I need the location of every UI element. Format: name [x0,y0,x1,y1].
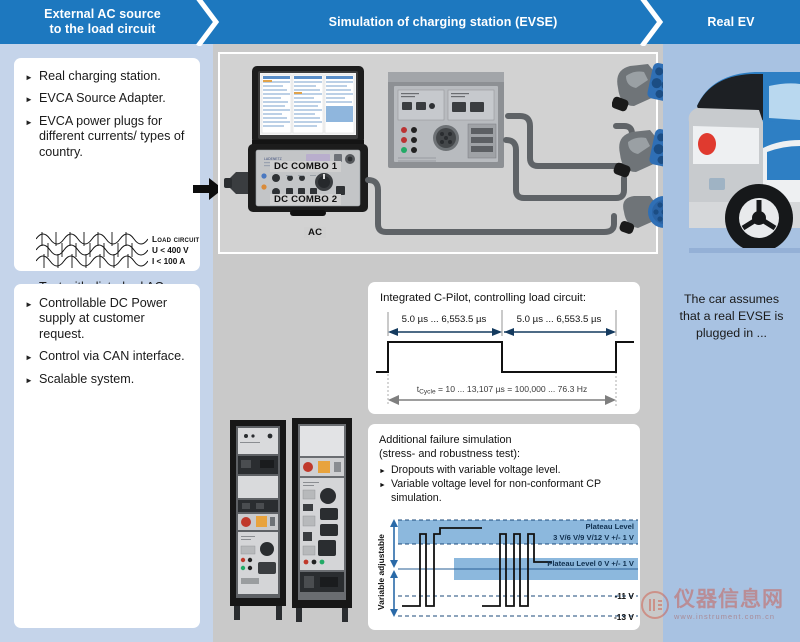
header-title-left: External AC source to the load circuit [0,0,205,44]
ac-waveform-icon [36,232,148,268]
failure-simulation-panel: Additional failure simulation (stress- a… [368,424,640,630]
load-circuit-block: Load circuit U < 400 V I < 100 A [36,228,211,272]
equipment-photo-box: LADENETZ DC COMBO 1 DC COMBO 2 AC [218,52,658,254]
left-card-bottom-bullet-list: Controllable DC Power supply at customer… [25,296,188,389]
list-item: Variable voltage level for non-conforman… [379,478,630,504]
watermark: 仪器信息网 www.instrument.com.cn [640,588,796,636]
ev-illustration-wrapper [663,52,800,257]
cpilot-dimension-left-text: 5.0 µs ... 6,553.5 µs [402,314,487,325]
header-title-middle: Simulation of charging station (EVSE) [328,14,558,29]
failure-heading-line2: (stress- and robustness test): [379,447,521,460]
plateau-high-label-line2: 3 V/6 V/9 V/12 V +/- 1 V [553,533,635,542]
list-item: Control via CAN interface. [25,349,188,366]
electric-vehicle-illustration [663,52,800,257]
cpilot-panel: Integrated C-Pilot, controlling load cir… [368,282,640,414]
plateau-zero-label: Plateau Level 0 V +/- 1 V [547,559,635,568]
cable-label-dc-combo-2: DC COMBO 2 [270,194,342,205]
voltage-level-diagram: Variable adjustable Plateau Level 3 V/6 … [376,519,638,622]
watermark-logo-icon [641,591,669,619]
load-circuit-current: I < 100 A [152,256,186,266]
watermark-url: www.instrument.com.cn [674,612,776,621]
cpilot-panel-title: Integrated C-Pilot, controlling load cir… [380,292,586,304]
header-title-right: Real EV [707,14,755,29]
list-item: Controllable DC Power supply at customer… [25,296,188,342]
real-ev-note-line1: The car assumes [683,291,780,306]
list-item: EVCA power plugs for different currents/… [25,114,188,160]
real-ev-note-line3: plugged in ... [696,325,767,340]
list-item: Dropouts with variable voltage level. [379,464,630,478]
diagram-root: External AC source to the load circuit S… [0,0,800,642]
plateau-high-label-line1: Plateau Level [585,522,634,531]
load-circuit-title: Load circuit [152,234,200,244]
header-left-line1: External AC source [44,7,161,21]
left-card-top-bullet-list: Real charging station. EVCA Source Adapt… [25,69,188,160]
equipment-racks-photo [222,414,362,630]
cpilot-timing-diagram: 5.0 µs ... 6,553.5 µs 5.0 µs ... 6,553.5… [376,310,634,406]
chevron-divider-two-icon [640,0,674,46]
level-minus-13-label: -13 V [614,612,634,622]
voltage-axis-label: Variable adjustable [376,534,386,610]
left-card-ac-source: Real charging station. EVCA Source Adapt… [14,58,200,325]
load-circuit-voltage: U < 400 V [152,245,189,255]
cpilot-dimension-right-text: 5.0 µs ... 6,553.5 µs [517,314,602,325]
list-item: Real charging station. [25,69,188,86]
failure-heading-line1: Additional failure simulation [379,434,512,446]
charging-cable-paths [365,113,635,235]
header-left-line2: to the load circuit [49,22,156,36]
real-ev-note-line2: that a real EVSE is [679,308,784,323]
cable-label-dc-combo-1: DC COMBO 1 [270,161,342,172]
chevron-divider-one-icon [196,0,230,46]
list-item: Scalable system. [25,372,188,389]
level-minus-11-label: -11 V [614,591,634,601]
watermark-text-cn: 仪器信息网 [674,588,784,611]
left-card-dc-supply: Controllable DC Power supply at customer… [14,284,200,628]
failure-bullet-list: Dropouts with variable voltage level. Va… [379,464,630,505]
list-item: EVCA Source Adapter. [25,91,188,108]
cpilot-cycle-text: tCycle = 10 ... 13,107 µs = 100,000 ... … [417,384,588,396]
cable-label-ac: AC [304,227,327,238]
real-ev-note: The car assumes that a real EVSE is plug… [663,275,800,357]
